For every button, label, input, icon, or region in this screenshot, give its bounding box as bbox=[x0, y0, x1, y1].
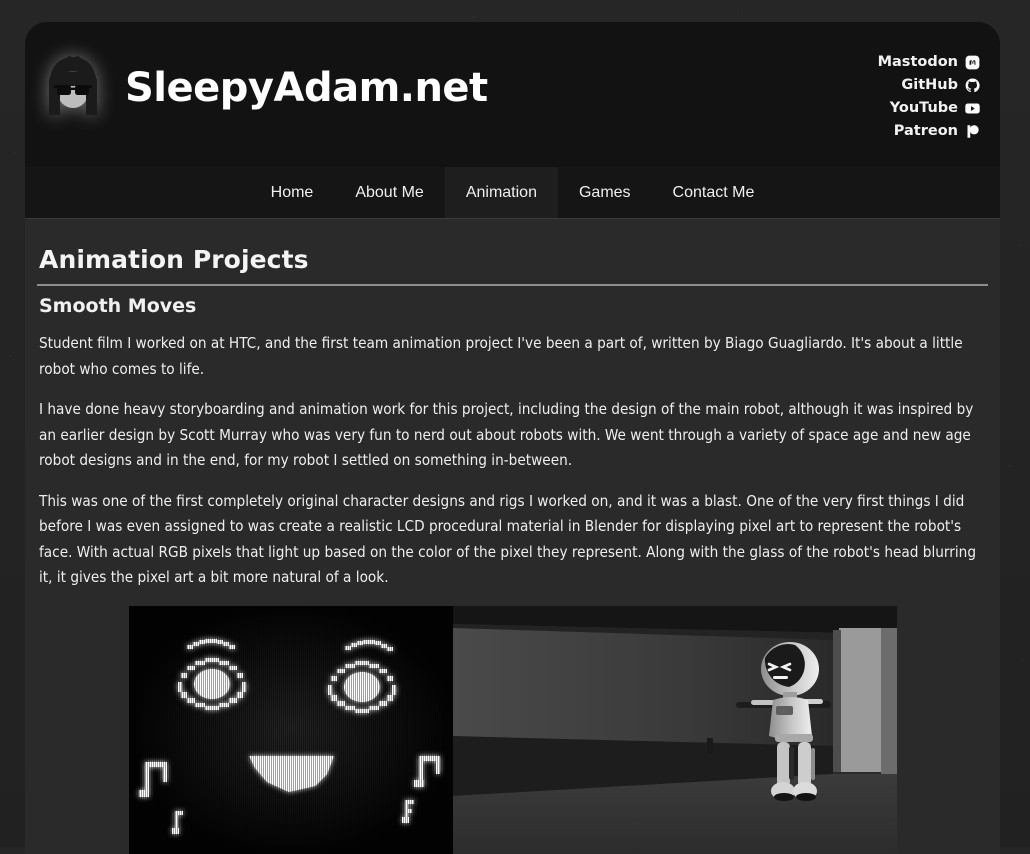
main-content: Animation Projects Smooth Moves Student … bbox=[25, 219, 1000, 854]
mastodon-icon bbox=[965, 55, 980, 70]
page-shell: SleepyAdam.net Mastodon GitHub YouTube P… bbox=[25, 22, 1000, 854]
site-title: SleepyAdam.net bbox=[125, 65, 488, 111]
social-link-github[interactable]: GitHub bbox=[901, 78, 980, 93]
site-brand[interactable]: SleepyAdam.net bbox=[37, 49, 488, 127]
list-item: YouTube bbox=[890, 101, 980, 116]
social-link-patreon[interactable]: Patreon bbox=[894, 124, 980, 139]
page-title: Animation Projects bbox=[39, 245, 309, 274]
paragraph: Student film I worked on at HTC, and the… bbox=[39, 334, 963, 378]
robot-lcd-face-screenshot[interactable] bbox=[128, 605, 453, 854]
social-link-mastodon[interactable]: Mastodon bbox=[878, 55, 980, 70]
social-link-label: YouTube bbox=[889, 100, 958, 117]
social-link-label: GitHub bbox=[901, 77, 958, 94]
project-media-row bbox=[37, 605, 988, 854]
social-link-youtube[interactable]: YouTube bbox=[890, 101, 980, 116]
nav-item-contact-me[interactable]: Contact Me bbox=[652, 167, 776, 218]
paragraph: I have done heavy storyboarding and anim… bbox=[39, 400, 974, 470]
project-description: Student film I worked on at HTC, and the… bbox=[37, 331, 988, 591]
paragraph: This was one of the first completely ori… bbox=[39, 491, 977, 587]
social-link-label: Patreon bbox=[893, 123, 958, 140]
site-header: SleepyAdam.net Mastodon GitHub YouTube P… bbox=[25, 22, 1000, 167]
nav-item-games[interactable]: Games bbox=[558, 167, 652, 218]
nav-item-about-me[interactable]: About Me bbox=[334, 167, 444, 218]
media-strip bbox=[128, 605, 897, 854]
main-navigation: Home About Me Animation Games Contact Me bbox=[25, 167, 1000, 219]
robot-corridor-render[interactable] bbox=[452, 605, 897, 854]
nav-link-games[interactable]: Games bbox=[558, 167, 652, 218]
github-icon bbox=[965, 78, 980, 93]
title-divider bbox=[37, 284, 988, 286]
list-item: Mastodon bbox=[878, 55, 980, 70]
nav-link-contact-me[interactable]: Contact Me bbox=[652, 167, 776, 218]
nav-item-home[interactable]: Home bbox=[250, 167, 335, 218]
youtube-icon bbox=[965, 101, 980, 116]
nav-link-animation[interactable]: Animation bbox=[444, 167, 558, 218]
nav-link-home[interactable]: Home bbox=[250, 167, 335, 218]
list-item: GitHub bbox=[901, 78, 980, 93]
nav-item-animation[interactable]: Animation bbox=[444, 167, 558, 218]
patreon-icon bbox=[965, 124, 980, 139]
social-links: Mastodon GitHub YouTube Patreon bbox=[878, 55, 980, 139]
project-title: Smooth Moves bbox=[39, 295, 197, 317]
list-item: Patreon bbox=[894, 124, 980, 139]
sleepy-face-avatar-icon bbox=[37, 49, 109, 127]
nav-link-about-me[interactable]: About Me bbox=[334, 167, 444, 218]
social-link-label: Mastodon bbox=[877, 54, 958, 71]
nav-list: Home About Me Animation Games Contact Me bbox=[250, 167, 776, 218]
